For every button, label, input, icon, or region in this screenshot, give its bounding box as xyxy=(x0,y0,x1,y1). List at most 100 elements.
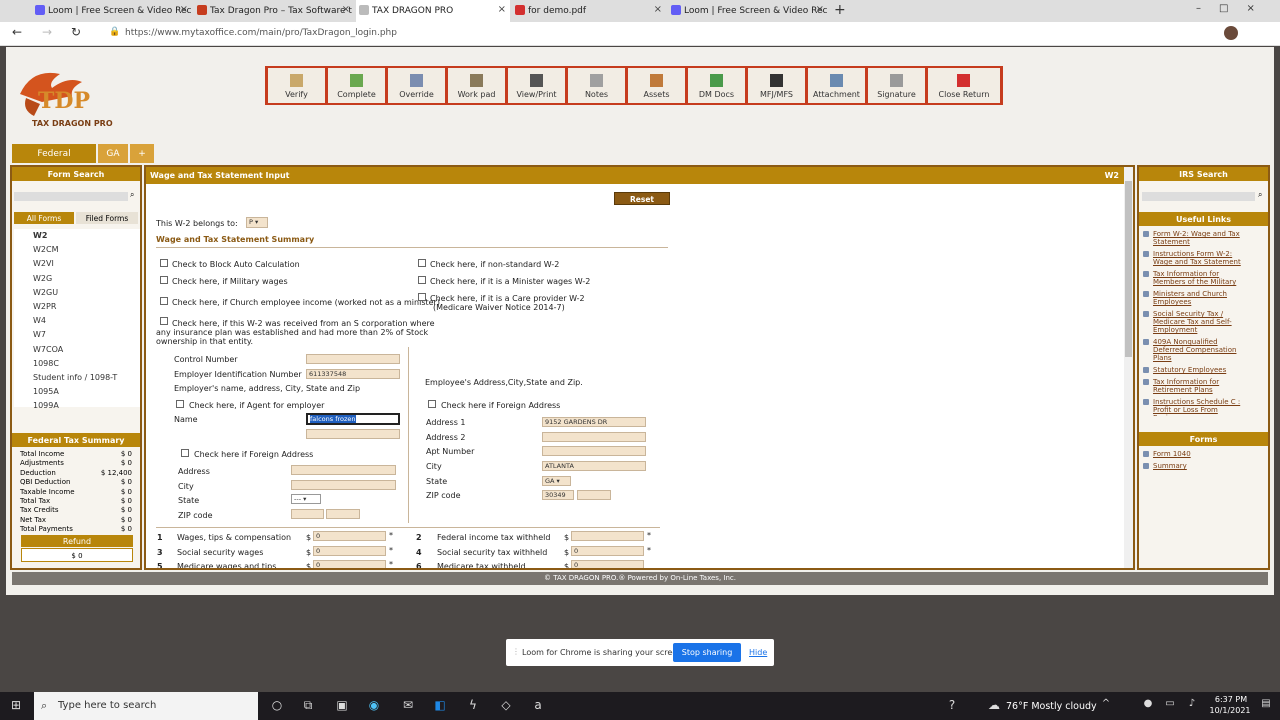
help-icon[interactable]: ? xyxy=(944,698,960,714)
employee-apt-input[interactable] xyxy=(542,446,646,456)
useful-link[interactable]: Instructions Form W-2: Wage and Tax Stat… xyxy=(1139,248,1259,268)
employee-city-input[interactable]: ATLANTA xyxy=(542,461,646,471)
back-arrow-icon[interactable]: ← xyxy=(12,25,22,39)
irs-search-input[interactable] xyxy=(1142,192,1255,201)
agent-checkbox[interactable] xyxy=(176,400,184,408)
control-number-input[interactable] xyxy=(306,354,400,364)
list-item[interactable]: 1095A xyxy=(14,385,140,399)
list-item[interactable]: 1099A xyxy=(14,399,140,413)
work-pad-button[interactable]: Work pad xyxy=(448,68,505,103)
employee-address2-input[interactable] xyxy=(542,432,646,442)
box2-input[interactable] xyxy=(571,531,644,541)
verify-button[interactable]: Verify xyxy=(268,68,325,103)
s-corp-checkbox[interactable] xyxy=(160,317,168,325)
tab-ga[interactable]: GA xyxy=(98,144,128,163)
volume-icon[interactable]: ♪ xyxy=(1184,698,1200,714)
browser-tab-taxdragon[interactable]: Tax Dragon Pro – Tax Software t × xyxy=(194,0,354,22)
search-icon[interactable]: ⌕ xyxy=(1258,190,1262,200)
taskbar-search-input[interactable]: ⌕ Type here to search xyxy=(34,692,258,720)
outlook-icon[interactable]: ◧ xyxy=(432,698,448,714)
useful-link[interactable]: Statutory Employees xyxy=(1139,364,1259,376)
employer-zip4-input[interactable] xyxy=(326,509,360,519)
browser-tab-active[interactable]: TAX DRAGON PRO × xyxy=(356,0,510,22)
dm-docs-button[interactable]: DM Docs xyxy=(688,68,745,103)
notes-button[interactable]: Notes xyxy=(568,68,625,103)
scrollbar-thumb[interactable] xyxy=(1125,181,1132,357)
new-tab-button[interactable]: + xyxy=(834,2,846,18)
form-search-input[interactable] xyxy=(14,192,128,201)
box5-input[interactable]: 0 xyxy=(313,560,386,568)
override-button[interactable]: Override xyxy=(388,68,445,103)
amazon-icon[interactable]: a xyxy=(530,698,546,714)
microphone-icon[interactable]: ● xyxy=(1140,698,1156,714)
tab-all-forms[interactable]: All Forms xyxy=(14,212,74,224)
list-item[interactable]: 1098C xyxy=(14,357,140,371)
useful-link[interactable]: Social Security Tax / Medicare Tax and S… xyxy=(1139,308,1259,336)
signature-button[interactable]: Signature xyxy=(868,68,925,103)
close-icon[interactable]: × xyxy=(816,4,824,15)
list-item[interactable]: W2PR xyxy=(14,300,140,314)
search-icon[interactable]: ⌕ xyxy=(130,190,134,200)
employer-city-input[interactable] xyxy=(291,480,396,490)
close-icon[interactable]: × xyxy=(180,4,188,15)
box4-input[interactable]: 0 xyxy=(571,546,644,556)
employee-foreign-checkbox[interactable] xyxy=(428,400,436,408)
mfj-mfs-button[interactable]: MFJ/MFS xyxy=(748,68,805,103)
hide-button[interactable]: Hide xyxy=(749,648,767,657)
browser-tab-loom-1[interactable]: Loom | Free Screen & Video Rec × xyxy=(32,0,192,22)
form-scrollbar[interactable] xyxy=(1124,167,1133,568)
close-return-button[interactable]: Close Return xyxy=(928,68,1000,103)
employee-zip4-input[interactable] xyxy=(577,490,611,500)
drag-handle-icon[interactable]: ⋮ xyxy=(512,647,520,656)
chevron-up-icon[interactable]: ^ xyxy=(1098,698,1114,714)
non-standard-w2-checkbox[interactable] xyxy=(418,259,426,267)
useful-link[interactable]: Form W-2: Wage and Tax Statement xyxy=(1139,228,1259,248)
block-auto-calc-checkbox[interactable] xyxy=(160,259,168,267)
mail-icon[interactable]: ✉ xyxy=(400,698,416,714)
form-link[interactable]: Summary xyxy=(1139,460,1268,472)
forward-arrow-icon[interactable]: → xyxy=(42,25,52,39)
view-print-button[interactable]: View/Print xyxy=(508,68,565,103)
employer-name-line2-input[interactable] xyxy=(306,429,400,439)
list-item[interactable]: W2CM xyxy=(14,243,140,257)
attachment-button[interactable]: Attachment xyxy=(808,68,865,103)
list-item[interactable]: W2G xyxy=(14,272,140,286)
employer-address-input[interactable] xyxy=(291,465,396,475)
useful-link[interactable]: Tax Information for Members of the Milit… xyxy=(1139,268,1259,288)
useful-link[interactable]: Ministers and Church Employees xyxy=(1139,288,1259,308)
employee-address1-input[interactable]: 9152 GARDENS DR xyxy=(542,417,646,427)
useful-link[interactable]: Instructions Schedule C : Profit or Loss… xyxy=(1139,396,1259,416)
ein-input[interactable]: 611337548 xyxy=(306,369,400,379)
close-icon[interactable]: × xyxy=(498,4,506,15)
list-item[interactable]: Student info / 1098-T xyxy=(14,371,140,385)
list-item[interactable]: W2GU xyxy=(14,286,140,300)
employer-zip-input[interactable] xyxy=(291,509,324,519)
close-icon[interactable]: × xyxy=(654,4,662,15)
useful-link[interactable]: 409A Nonqualified Deferred Compensation … xyxy=(1139,336,1259,364)
belongs-select[interactable]: P ▾ xyxy=(246,217,268,228)
reset-screen-button[interactable]: Reset Screen xyxy=(614,192,670,213)
profile-avatar[interactable] xyxy=(1224,26,1238,40)
windows-start-icon[interactable]: ⊞ xyxy=(8,698,24,714)
assets-button[interactable]: Assets xyxy=(628,68,685,103)
weather-text[interactable]: 76°F Mostly cloudy xyxy=(1006,701,1097,712)
clock-time[interactable]: 6:37 PM xyxy=(1208,695,1254,704)
cortana-icon[interactable]: ○ xyxy=(269,698,285,714)
box3-input[interactable]: 0 xyxy=(313,546,386,556)
tab-filed-forms[interactable]: Filed Forms xyxy=(76,212,138,224)
network-icon[interactable]: ▭ xyxy=(1162,698,1178,714)
stop-sharing-button[interactable]: Stop sharing xyxy=(673,643,741,662)
church-employee-checkbox[interactable] xyxy=(160,297,168,305)
reload-icon[interactable]: ↻ xyxy=(71,25,81,39)
complete-button[interactable]: Complete xyxy=(328,68,385,103)
browser-tab-pdf[interactable]: for demo.pdf × xyxy=(512,0,666,22)
employee-zip-input[interactable]: 30349 xyxy=(542,490,574,500)
url-input[interactable]: 🔒 https://www.mytaxoffice.com/main/pro/Ta… xyxy=(105,24,1005,43)
list-item[interactable]: W2VI xyxy=(14,257,140,271)
employer-name-input[interactable]: falcons frozen xyxy=(306,413,400,425)
tab-federal[interactable]: Federal xyxy=(12,144,96,163)
lightning-icon[interactable]: ϟ xyxy=(465,698,481,714)
store-icon[interactable]: ▣ xyxy=(334,698,350,714)
employer-foreign-checkbox[interactable] xyxy=(181,449,189,457)
browser-tab-loom-2[interactable]: Loom | Free Screen & Video Rec × xyxy=(668,0,828,22)
